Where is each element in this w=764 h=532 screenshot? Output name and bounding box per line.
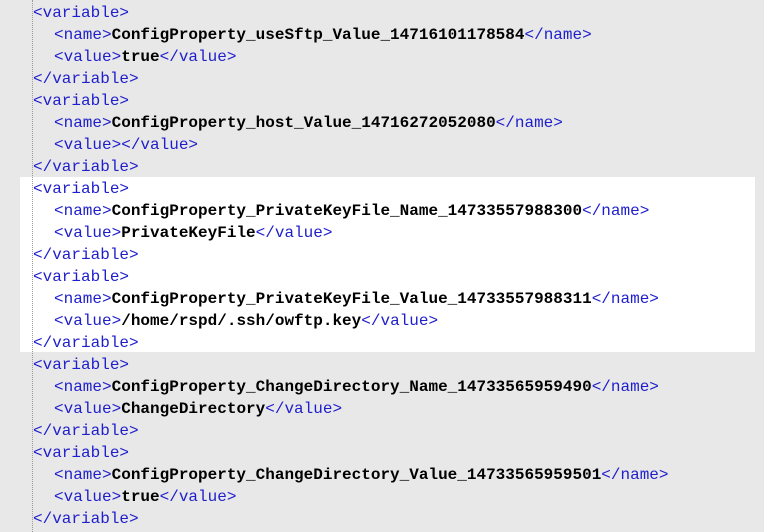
value-open-tag: <value> bbox=[54, 224, 122, 242]
value-close-tag: </value> bbox=[265, 400, 343, 418]
value-close-tag: </value> bbox=[361, 312, 439, 330]
variable-open-tag: <variable> bbox=[33, 92, 130, 110]
variable-open-tag: <variable> bbox=[33, 356, 130, 374]
value-open-tag: <value> bbox=[54, 312, 122, 330]
variable-close-tag: </variable> bbox=[33, 246, 139, 264]
variable-open-tag: <variable> bbox=[33, 268, 130, 286]
name-close-tag: </name> bbox=[582, 202, 650, 220]
variable-open-line: <variable> bbox=[33, 90, 129, 112]
variable-value: true bbox=[121, 48, 160, 66]
variable-open-line: <variable> bbox=[33, 266, 129, 288]
name-close-tag: </name> bbox=[591, 290, 659, 308]
variable-open-line: <variable> bbox=[33, 2, 129, 24]
variable-value: true bbox=[121, 488, 160, 506]
name-line: <name>ConfigProperty_ChangeDirectory_Val… bbox=[54, 464, 669, 486]
value-line: <value>PrivateKeyFile</value> bbox=[54, 222, 332, 244]
value-line: <value>ChangeDirectory</value> bbox=[54, 398, 342, 420]
variable-close-tag: </variable> bbox=[33, 510, 139, 528]
variable-name: ConfigProperty_ChangeDirectory_Name_1473… bbox=[111, 378, 592, 396]
variable-open-tag: <variable> bbox=[33, 444, 130, 462]
value-open-tag: <value> bbox=[54, 136, 122, 154]
value-open-tag: <value> bbox=[54, 48, 122, 66]
variable-close-line: </variable> bbox=[33, 420, 139, 442]
variable-open-line: <variable> bbox=[33, 442, 129, 464]
name-close-tag: </name> bbox=[591, 378, 659, 396]
name-line: <name>ConfigProperty_host_Value_14716272… bbox=[54, 112, 563, 134]
name-line: <name>ConfigProperty_PrivateKeyFile_Valu… bbox=[54, 288, 659, 310]
value-line: <value></value> bbox=[54, 134, 198, 156]
variable-name: ConfigProperty_useSftp_Value_14716101178… bbox=[111, 26, 525, 44]
variable-name: ConfigProperty_PrivateKeyFile_Name_14733… bbox=[111, 202, 583, 220]
xml-viewer: <variable> <name>ConfigProperty_useSftp_V… bbox=[0, 0, 764, 532]
variable-name: ConfigProperty_ChangeDirectory_Value_147… bbox=[111, 466, 602, 484]
value-line: <value>true</value> bbox=[54, 486, 236, 508]
value-close-tag: </value> bbox=[255, 224, 333, 242]
variable-close-tag: </variable> bbox=[33, 158, 139, 176]
name-open-tag: <name> bbox=[54, 26, 112, 44]
name-open-tag: <name> bbox=[54, 378, 112, 396]
variable-value: /home/rspd/.ssh/owftp.key bbox=[121, 312, 362, 330]
name-close-tag: </name> bbox=[524, 26, 592, 44]
value-close-tag: </value> bbox=[159, 48, 237, 66]
name-close-tag: </name> bbox=[601, 466, 669, 484]
name-open-tag: <name> bbox=[54, 290, 112, 308]
value-line: <value>/home/rspd/.ssh/owftp.key</value> bbox=[54, 310, 438, 332]
value-close-tag: </value> bbox=[159, 488, 237, 506]
variable-close-line: </variable> bbox=[33, 244, 139, 266]
variable-close-tag: </variable> bbox=[33, 422, 139, 440]
value-line: <value>true</value> bbox=[54, 46, 236, 68]
name-open-tag: <name> bbox=[54, 466, 112, 484]
variable-open-line: <variable> bbox=[33, 354, 129, 376]
variable-open-tag: <variable> bbox=[33, 4, 130, 22]
variable-value: ChangeDirectory bbox=[121, 400, 266, 418]
variable-value: PrivateKeyFile bbox=[121, 224, 256, 242]
variable-close-tag: </variable> bbox=[33, 70, 139, 88]
value-open-tag: <value> bbox=[54, 400, 122, 418]
variable-close-line: </variable> bbox=[33, 332, 139, 354]
name-line: <name>ConfigProperty_PrivateKeyFile_Name… bbox=[54, 200, 649, 222]
variable-open-line: <variable> bbox=[33, 178, 129, 200]
name-line: <name>ConfigProperty_ChangeDirectory_Nam… bbox=[54, 376, 659, 398]
name-line: <name>ConfigProperty_useSftp_Value_14716… bbox=[54, 24, 592, 46]
variable-open-tag: <variable> bbox=[33, 180, 130, 198]
value-close-tag: </value> bbox=[121, 136, 199, 154]
variable-close-line: </variable> bbox=[33, 156, 139, 178]
variable-name: ConfigProperty_PrivateKeyFile_Value_1473… bbox=[111, 290, 592, 308]
variable-name: ConfigProperty_host_Value_14716272052080 bbox=[111, 114, 496, 132]
variable-close-line: </variable> bbox=[33, 508, 139, 530]
variable-close-tag: </variable> bbox=[33, 334, 139, 352]
value-open-tag: <value> bbox=[54, 488, 122, 506]
name-open-tag: <name> bbox=[54, 114, 112, 132]
name-open-tag: <name> bbox=[54, 202, 112, 220]
name-close-tag: </name> bbox=[495, 114, 563, 132]
variable-close-line: </variable> bbox=[33, 68, 139, 90]
